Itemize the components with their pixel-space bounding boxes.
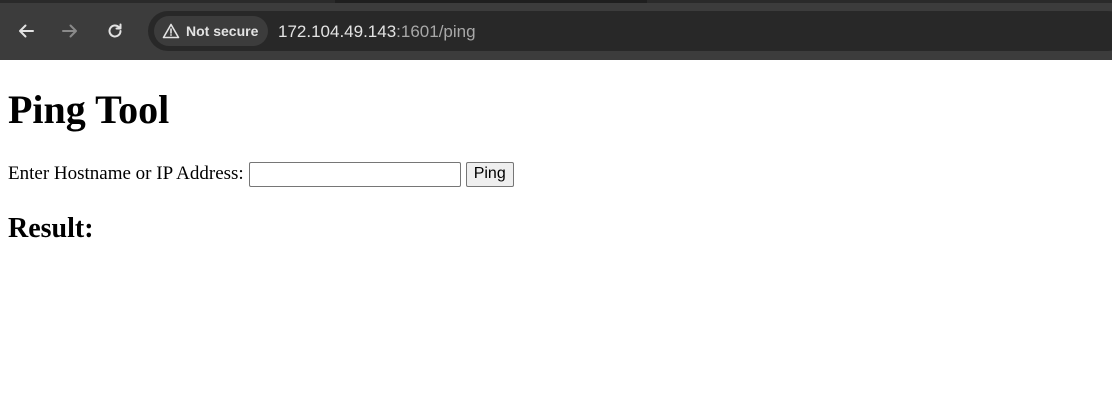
browser-toolbar: Not secure 172.104.49.143:1601/ping bbox=[0, 0, 1112, 60]
url-path: :1601/ping bbox=[396, 22, 476, 41]
back-button[interactable] bbox=[12, 17, 40, 45]
warning-triangle-icon bbox=[162, 23, 180, 39]
page-title: Ping Tool bbox=[8, 87, 170, 132]
url-host: 172.104.49.143 bbox=[278, 22, 397, 41]
url-text[interactable]: 172.104.49.143:1601/ping bbox=[278, 22, 476, 42]
ping-button[interactable]: Ping bbox=[465, 161, 514, 187]
forward-button[interactable] bbox=[56, 17, 84, 45]
hostname-input[interactable] bbox=[248, 161, 461, 187]
forward-arrow-icon bbox=[60, 21, 80, 41]
result-heading: Result: bbox=[8, 213, 94, 244]
address-bar[interactable]: Not secure 172.104.49.143:1601/ping bbox=[148, 11, 1112, 51]
back-arrow-icon bbox=[16, 21, 36, 41]
ping-form: Enter Hostname or IP Address: Ping bbox=[8, 161, 514, 187]
reload-button[interactable] bbox=[101, 17, 129, 45]
security-indicator[interactable]: Not secure bbox=[154, 16, 269, 46]
security-label: Not secure bbox=[186, 23, 259, 39]
active-tab-indicator bbox=[335, 0, 647, 3]
hostname-label: Enter Hostname or IP Address: bbox=[8, 163, 244, 184]
reload-icon bbox=[105, 21, 125, 41]
page-content: Ping Tool Enter Hostname or IP Address: … bbox=[0, 60, 1112, 401]
